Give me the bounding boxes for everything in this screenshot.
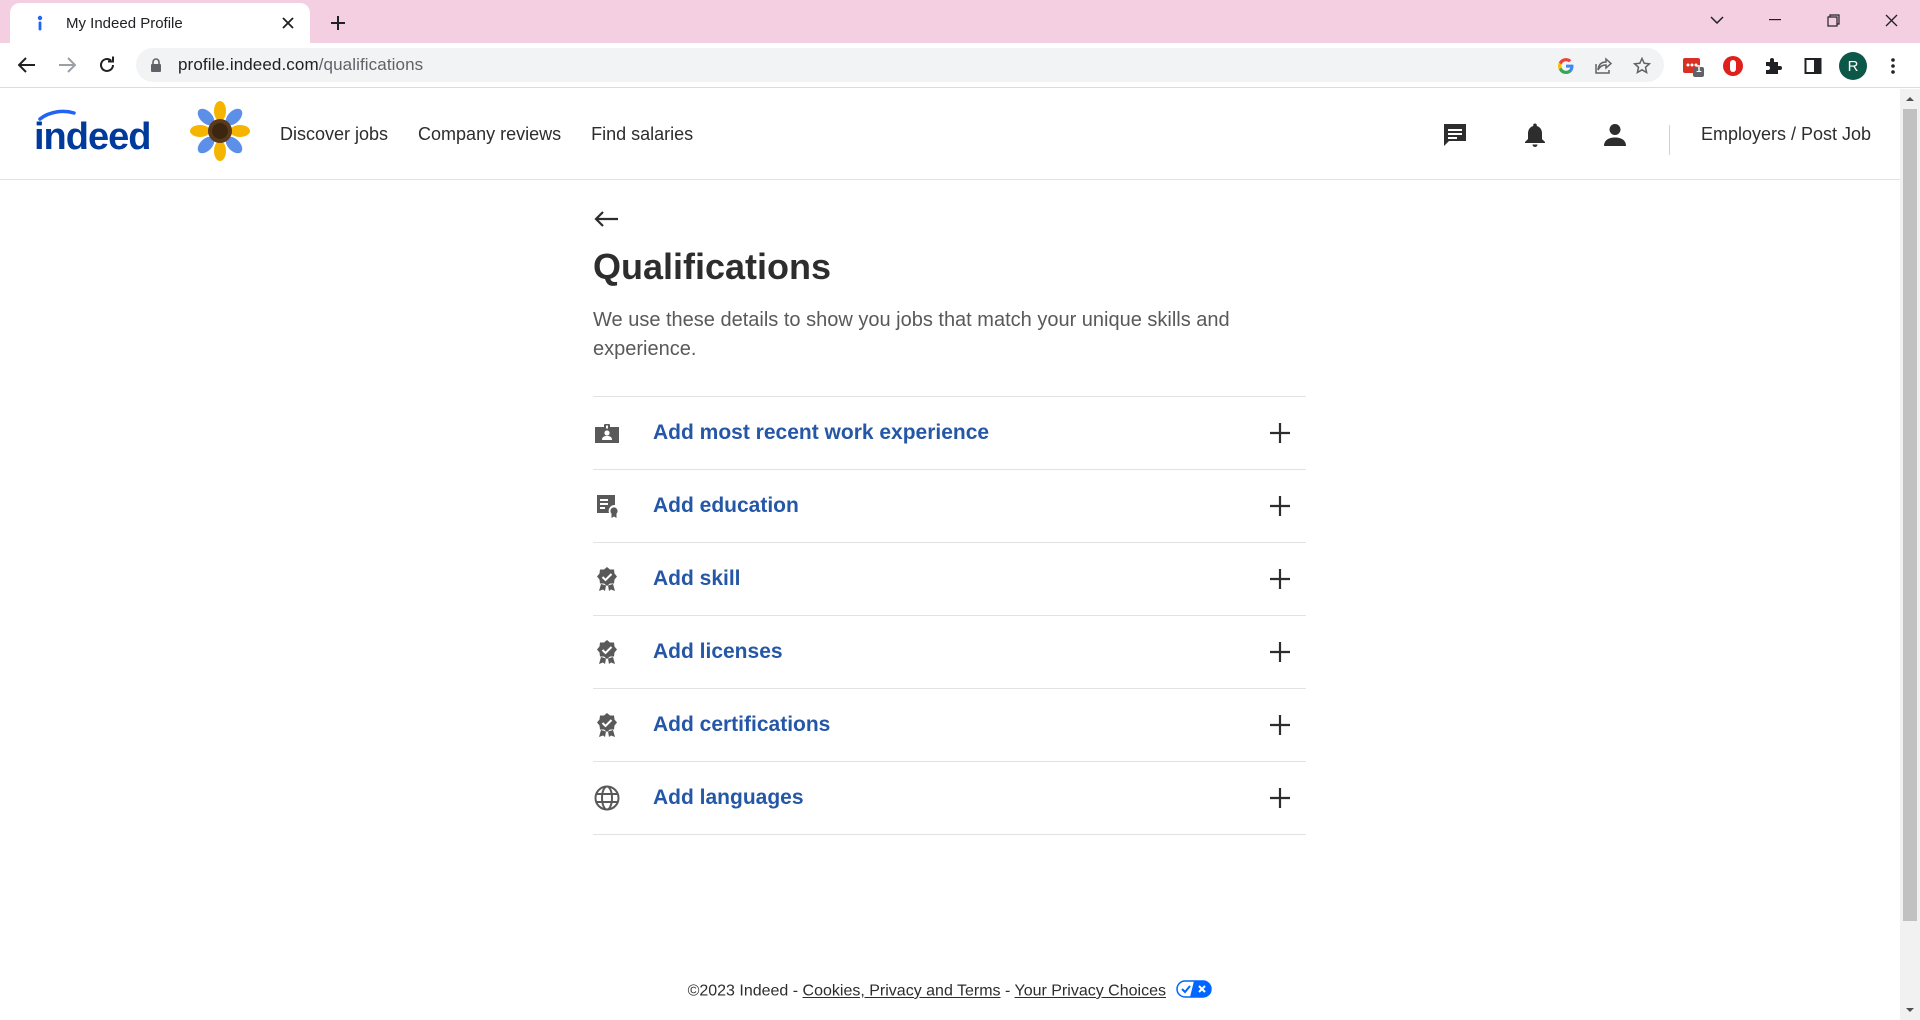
account-person-icon[interactable] xyxy=(1600,120,1630,150)
award-ribbon-icon xyxy=(593,565,621,593)
footer-separator: - xyxy=(788,982,803,1000)
browser-toolbar: profile.indeed.com/qualifications 1 R xyxy=(0,43,1920,88)
back-arrow-icon[interactable] xyxy=(593,205,621,233)
nav-find-salaries[interactable]: Find salaries xyxy=(591,124,693,145)
forward-arrow-icon[interactable] xyxy=(52,50,82,80)
add-languages-label: Add languages xyxy=(653,786,804,809)
url-host: profile.indeed.com xyxy=(178,55,319,74)
add-licenses-row[interactable]: Add licenses xyxy=(593,616,1306,689)
add-education-row[interactable]: Add education xyxy=(593,470,1306,543)
address-bar[interactable]: profile.indeed.com/qualifications xyxy=(136,48,1664,82)
award-ribbon-icon xyxy=(593,638,621,666)
add-licenses-label: Add licenses xyxy=(653,640,783,663)
page-subtitle: We use these details to show you jobs th… xyxy=(593,309,1230,360)
svg-text:indeed: indeed xyxy=(34,116,150,153)
page-scrollbar[interactable] xyxy=(1900,89,1920,1020)
new-tab-icon[interactable] xyxy=(324,9,352,37)
scroll-up-arrow-icon[interactable] xyxy=(1905,94,1915,104)
indeed-logo[interactable]: indeed xyxy=(34,109,172,158)
employers-post-job-link[interactable]: Employers / Post Job xyxy=(1701,89,1871,180)
minimize-icon[interactable] xyxy=(1746,0,1804,40)
scrollbar-thumb[interactable] xyxy=(1903,109,1917,921)
add-work-experience-label: Add most recent work experience xyxy=(653,421,990,444)
sunflower-logo-icon xyxy=(190,101,250,161)
add-plus-icon[interactable] xyxy=(1268,494,1292,518)
extension-badge-count: 1 xyxy=(1696,64,1702,75)
tab-title: My Indeed Profile xyxy=(66,14,183,32)
indeed-favicon-icon xyxy=(32,15,48,31)
page-footer: ©2023 Indeed - Cookies, Privacy and Term… xyxy=(0,980,1900,1003)
messages-icon[interactable] xyxy=(1440,120,1470,150)
bookmark-star-icon[interactable] xyxy=(1630,54,1654,78)
add-work-experience-row[interactable]: Add most recent work experience xyxy=(593,397,1306,470)
add-plus-icon[interactable] xyxy=(1268,640,1292,664)
restore-icon[interactable] xyxy=(1804,0,1862,40)
extension-badge-icon[interactable]: 1 xyxy=(1678,51,1708,81)
privacy-choices-toggle-icon[interactable] xyxy=(1176,980,1213,1003)
google-lens-icon[interactable] xyxy=(1554,54,1578,78)
add-plus-icon[interactable] xyxy=(1268,786,1292,810)
adblock-icon[interactable] xyxy=(1718,51,1748,81)
add-certifications-row[interactable]: Add certifications xyxy=(593,689,1306,762)
share-icon[interactable] xyxy=(1592,54,1616,78)
lock-icon[interactable] xyxy=(150,58,164,72)
browser-menu-icon[interactable] xyxy=(1878,51,1908,81)
page-title: Qualifications xyxy=(593,246,832,287)
profile-initial: R xyxy=(1839,52,1867,80)
add-plus-icon[interactable] xyxy=(1268,421,1292,445)
window-controls xyxy=(1688,0,1920,40)
back-arrow-icon[interactable] xyxy=(12,50,42,80)
qualifications-list: Add most recent work experience Add educ… xyxy=(593,396,1306,835)
privacy-choices-link[interactable]: Your Privacy Choices xyxy=(1014,983,1165,1000)
side-panel-icon[interactable] xyxy=(1798,51,1828,81)
main-nav: Discover jobs Company reviews Find salar… xyxy=(280,89,693,180)
tab-search-icon[interactable] xyxy=(1688,0,1746,40)
education-certificate-icon xyxy=(593,492,621,520)
add-plus-icon[interactable] xyxy=(1268,713,1292,737)
site-header: indeed Discover jobs Company reviews Fin… xyxy=(0,89,1900,180)
add-plus-icon[interactable] xyxy=(1268,567,1292,591)
profile-avatar[interactable]: R xyxy=(1838,51,1868,81)
extensions-puzzle-icon[interactable] xyxy=(1758,51,1788,81)
nav-company-reviews[interactable]: Company reviews xyxy=(418,124,561,145)
footer-copyright: ©2023 Indeed xyxy=(687,982,789,1000)
scroll-down-arrow-icon[interactable] xyxy=(1905,1005,1915,1015)
browser-tabstrip: My Indeed Profile xyxy=(0,0,1920,43)
add-education-label: Add education xyxy=(653,494,799,517)
add-skill-label: Add skill xyxy=(653,567,741,590)
page-viewport: indeed Discover jobs Company reviews Fin… xyxy=(0,89,1900,1020)
cookies-privacy-terms-link[interactable]: Cookies, Privacy and Terms xyxy=(803,983,1001,1000)
nav-discover-jobs[interactable]: Discover jobs xyxy=(280,124,388,145)
footer-separator: - xyxy=(1000,982,1015,1000)
url-path: /qualifications xyxy=(318,55,424,74)
header-divider xyxy=(1669,125,1670,155)
add-skill-row[interactable]: Add skill xyxy=(593,543,1306,616)
work-badge-icon xyxy=(593,419,621,447)
add-certifications-label: Add certifications xyxy=(653,713,831,736)
globe-icon xyxy=(593,784,621,812)
award-ribbon-icon xyxy=(593,711,621,739)
reload-icon[interactable] xyxy=(92,50,122,80)
close-window-icon[interactable] xyxy=(1862,0,1920,40)
close-tab-icon[interactable] xyxy=(278,13,298,33)
browser-tab[interactable]: My Indeed Profile xyxy=(10,3,310,43)
add-languages-row[interactable]: Add languages xyxy=(593,762,1306,835)
notifications-bell-icon[interactable] xyxy=(1520,120,1550,150)
